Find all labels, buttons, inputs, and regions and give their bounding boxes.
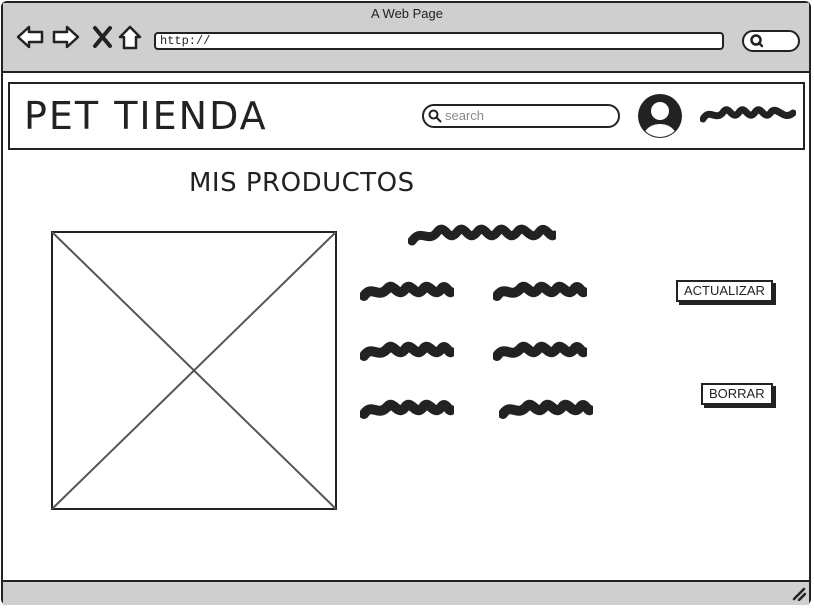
- address-bar[interactable]: http://: [154, 32, 724, 50]
- search-placeholder: search: [445, 108, 485, 123]
- close-icon[interactable]: [90, 24, 118, 50]
- delete-button[interactable]: BORRAR: [701, 383, 773, 405]
- detail-scribble: [499, 399, 593, 419]
- detail-scribble: [493, 341, 587, 361]
- home-icon[interactable]: [116, 24, 144, 50]
- browser-search-button[interactable]: [742, 30, 800, 52]
- forward-arrow-icon[interactable]: [52, 24, 80, 50]
- status-bar: [3, 580, 809, 605]
- update-button[interactable]: ACTUALIZAR: [676, 280, 773, 302]
- user-avatar-icon[interactable]: [636, 92, 684, 140]
- username-scribble: [700, 106, 796, 123]
- detail-scribble: [493, 281, 587, 301]
- search-icon: [428, 109, 442, 123]
- window-title: A Web Page: [370, 6, 444, 21]
- product-name-scribble: [408, 224, 556, 246]
- page-title: MIS PRODUCTOS: [189, 168, 415, 198]
- product-image-placeholder: [51, 231, 337, 510]
- detail-scribble: [360, 341, 454, 361]
- resize-grip-icon[interactable]: [790, 585, 806, 601]
- detail-scribble: [360, 281, 454, 301]
- detail-scribble: [360, 399, 454, 419]
- site-logo-text: PET TIENDA: [24, 94, 268, 138]
- search-icon: [750, 34, 764, 48]
- back-arrow-icon[interactable]: [16, 24, 44, 50]
